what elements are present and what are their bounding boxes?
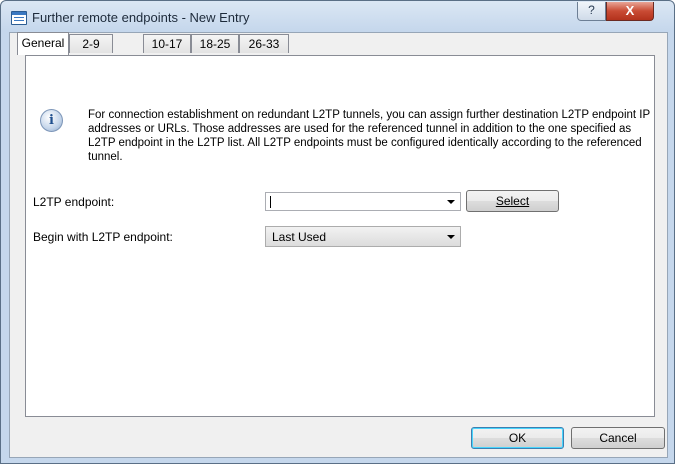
title-bar[interactable]: Further remote endpoints - New Entry ? X [1,1,674,33]
tab-general[interactable]: General [17,32,69,55]
begin-endpoint-value: Last Used [272,230,327,244]
tab-18-25[interactable]: 18-25 [191,34,239,53]
tab-10-17[interactable]: 10-17 [143,34,191,53]
app-window-icon [11,11,27,25]
help-button[interactable]: ? [577,2,606,21]
chevron-down-icon[interactable] [447,200,455,204]
select-button[interactable]: Select [466,190,559,212]
begin-endpoint-dropdown[interactable]: Last Used [265,226,461,247]
begin-endpoint-label: Begin with L2TP endpoint: [33,230,173,244]
info-icon: i [40,109,63,132]
chevron-down-icon [447,235,455,239]
select-button-label: Select [495,194,530,208]
tab-26-33[interactable]: 26-33 [239,34,289,53]
info-description: For connection establishment on redundan… [88,109,650,163]
l2tp-endpoint-label: L2TP endpoint: [33,195,115,209]
text-cursor [270,196,271,208]
l2tp-endpoint-combobox[interactable] [265,192,461,211]
close-button[interactable]: X [606,2,654,21]
tab-2-9[interactable]: 2-9 [69,34,113,53]
ok-button[interactable]: OK [471,427,564,449]
window-title: Further remote endpoints - New Entry [32,10,250,25]
cancel-button[interactable]: Cancel [571,427,665,449]
